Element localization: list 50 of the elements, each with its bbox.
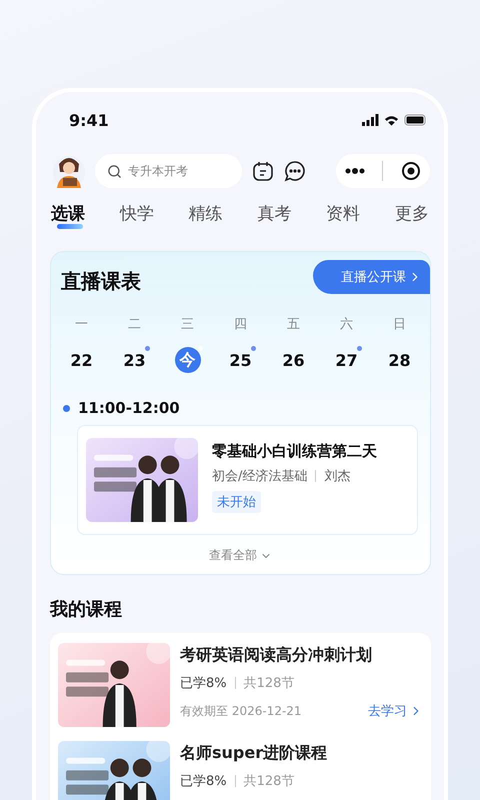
- study-link[interactable]: 去学习: [368, 702, 423, 720]
- status-badge: 未开始: [212, 491, 261, 513]
- date[interactable]: 25: [228, 347, 254, 373]
- timeline-dot: [63, 404, 70, 412]
- progress-text: 已学8%: [180, 675, 227, 692]
- weekday-label: 三: [181, 316, 194, 333]
- date[interactable]: 26: [280, 347, 306, 373]
- date[interactable]: 22: [68, 347, 94, 373]
- session-subject: 初会/经济法基础: [212, 468, 308, 485]
- course-title: 名师super进阶课程: [180, 743, 328, 764]
- session-card[interactable]: 零基础小白训练营第二天 初会/经济法基础 刘杰 未开始: [77, 425, 418, 535]
- avatar: [53, 154, 85, 188]
- view-all-link[interactable]: 查看全部: [209, 547, 272, 564]
- section-title: 我的课程: [50, 598, 123, 621]
- tab[interactable]: 资料: [326, 202, 360, 231]
- tab[interactable]: 快学: [120, 202, 154, 231]
- session-title: 零基础小白训练营第二天: [212, 442, 377, 461]
- wifi-icon: [384, 114, 399, 126]
- date[interactable]: 28: [386, 347, 412, 373]
- search-field[interactable]: 专升本开考: [95, 154, 242, 188]
- more-icon[interactable]: [344, 168, 365, 174]
- weekday-label: 日: [393, 316, 406, 333]
- chat-icon[interactable]: [284, 160, 306, 182]
- weekday-label: 四: [234, 316, 247, 333]
- weekday-label: 二: [128, 316, 141, 333]
- weekday-label: 六: [340, 316, 353, 333]
- tab[interactable]: 选课: [51, 202, 85, 231]
- status-time: 9:41: [69, 110, 109, 130]
- calendar-icon[interactable]: [252, 160, 274, 182]
- expiry-date: 有效期至 2026-12-21: [180, 702, 302, 720]
- tab[interactable]: 真考: [257, 202, 292, 231]
- battery-icon: [404, 114, 426, 126]
- weekday-label: 五: [287, 316, 300, 333]
- lesson-count: 共128节: [244, 773, 294, 790]
- session-time: 11:00-12:00: [78, 399, 180, 417]
- public-class-link[interactable]: 直播公开课: [313, 260, 430, 294]
- weekday-label: 一: [75, 316, 88, 333]
- lesson-count: 共128节: [244, 675, 294, 692]
- card-title: 直播课表: [61, 268, 141, 295]
- date[interactable]: 23: [122, 347, 148, 373]
- progress-text: 已学8%: [180, 773, 227, 790]
- search-icon: [107, 164, 122, 178]
- search-placeholder: 专升本开考: [128, 162, 188, 180]
- course-title: 考研英语阅读高分冲刺计划: [180, 645, 373, 666]
- date[interactable]: 27: [334, 347, 360, 373]
- tab[interactable]: 更多: [394, 202, 429, 231]
- signal-icon: [362, 114, 379, 126]
- teacher-name: 刘杰: [324, 468, 350, 485]
- tab[interactable]: 精练: [188, 202, 223, 231]
- date[interactable]: 今: [174, 347, 200, 373]
